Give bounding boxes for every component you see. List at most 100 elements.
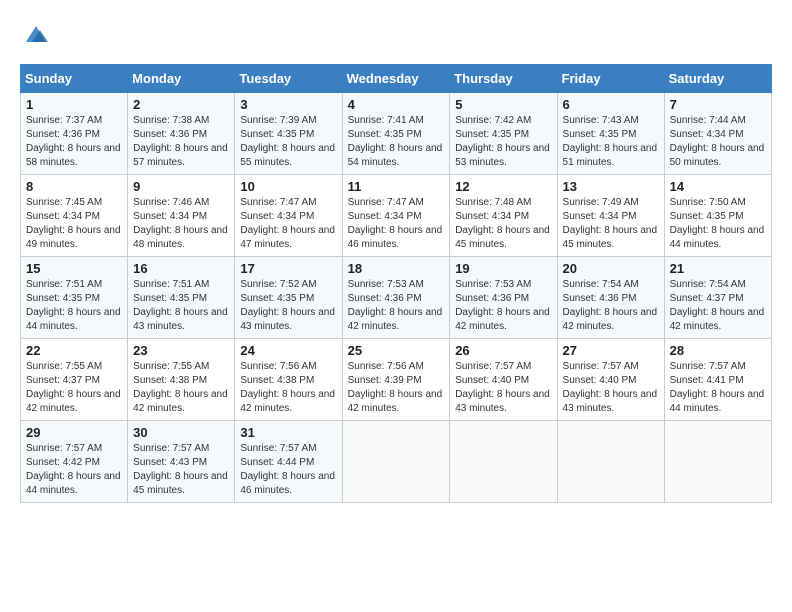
day-info: Sunrise: 7:50 AMSunset: 4:35 PMDaylight:… <box>670 196 766 252</box>
day-number: 14 <box>670 179 766 194</box>
day-info: Sunrise: 7:37 AMSunset: 4:36 PMDaylight:… <box>26 114 122 170</box>
day-info: Sunrise: 7:57 AMSunset: 4:44 PMDaylight:… <box>240 442 336 498</box>
weekday-header-friday: Friday <box>557 65 664 93</box>
day-info: Sunrise: 7:56 AMSunset: 4:38 PMDaylight:… <box>240 360 336 416</box>
day-info: Sunrise: 7:57 AMSunset: 4:40 PMDaylight:… <box>563 360 659 416</box>
day-info: Sunrise: 7:41 AMSunset: 4:35 PMDaylight:… <box>348 114 445 170</box>
day-info: Sunrise: 7:57 AMSunset: 4:43 PMDaylight:… <box>133 442 229 498</box>
day-number: 17 <box>240 261 336 276</box>
logo <box>20 20 50 48</box>
calendar-week-row: 8 Sunrise: 7:45 AMSunset: 4:34 PMDaylight… <box>21 175 772 257</box>
calendar-cell: 28Sunrise: 7:57 AMSunset: 4:41 PMDayligh… <box>664 339 771 421</box>
day-number: 2 <box>133 97 229 112</box>
calendar-cell: 21 Sunrise: 7:54 AMSunset: 4:37 PMDayligh… <box>664 257 771 339</box>
calendar-cell: 17Sunrise: 7:52 AMSunset: 4:35 PMDayligh… <box>235 257 342 339</box>
calendar-cell: 5Sunrise: 7:42 AMSunset: 4:35 PMDaylight… <box>450 93 557 175</box>
calendar-cell: 20 Sunrise: 7:54 AMSunset: 4:36 PMDayligh… <box>557 257 664 339</box>
day-number: 12 <box>455 179 551 194</box>
day-number: 13 <box>563 179 659 194</box>
day-number: 6 <box>563 97 659 112</box>
day-number: 25 <box>348 343 445 358</box>
day-info: Sunrise: 7:53 AMSunset: 4:36 PMDaylight:… <box>455 278 551 334</box>
day-number: 18 <box>348 261 445 276</box>
day-info: Sunrise: 7:54 AMSunset: 4:36 PMDaylight:… <box>563 278 659 334</box>
calendar-cell: 19 Sunrise: 7:53 AMSunset: 4:36 PMDayligh… <box>450 257 557 339</box>
day-number: 4 <box>348 97 445 112</box>
day-number: 20 <box>563 261 659 276</box>
day-number: 22 <box>26 343 122 358</box>
calendar-cell: 31 Sunrise: 7:57 AMSunset: 4:44 PMDayligh… <box>235 421 342 503</box>
day-number: 15 <box>26 261 122 276</box>
calendar-cell: 27 Sunrise: 7:57 AMSunset: 4:40 PMDayligh… <box>557 339 664 421</box>
day-number: 26 <box>455 343 551 358</box>
calendar-cell <box>342 421 450 503</box>
calendar-cell <box>557 421 664 503</box>
day-number: 30 <box>133 425 229 440</box>
calendar-week-row: 1 Sunrise: 7:37 AMSunset: 4:36 PMDaylight… <box>21 93 772 175</box>
calendar-cell: 23Sunrise: 7:55 AMSunset: 4:38 PMDayligh… <box>128 339 235 421</box>
weekday-header-tuesday: Tuesday <box>235 65 342 93</box>
weekday-header-monday: Monday <box>128 65 235 93</box>
day-number: 19 <box>455 261 551 276</box>
page-header <box>20 20 772 48</box>
day-number: 1 <box>26 97 122 112</box>
day-number: 8 <box>26 179 122 194</box>
calendar-cell <box>664 421 771 503</box>
day-number: 31 <box>240 425 336 440</box>
day-number: 9 <box>133 179 229 194</box>
day-info: Sunrise: 7:45 AMSunset: 4:34 PMDaylight:… <box>26 196 122 252</box>
day-number: 10 <box>240 179 336 194</box>
calendar-cell: 11Sunrise: 7:47 AMSunset: 4:34 PMDayligh… <box>342 175 450 257</box>
calendar-cell: 26 Sunrise: 7:57 AMSunset: 4:40 PMDayligh… <box>450 339 557 421</box>
calendar-cell: 24Sunrise: 7:56 AMSunset: 4:38 PMDayligh… <box>235 339 342 421</box>
day-number: 3 <box>240 97 336 112</box>
day-number: 29 <box>26 425 122 440</box>
day-info: Sunrise: 7:47 AMSunset: 4:34 PMDaylight:… <box>240 196 336 252</box>
day-info: Sunrise: 7:53 AMSunset: 4:36 PMDaylight:… <box>348 278 445 334</box>
calendar-cell: 25 Sunrise: 7:56 AMSunset: 4:39 PMDayligh… <box>342 339 450 421</box>
day-info: Sunrise: 7:44 AMSunset: 4:34 PMDaylight:… <box>670 114 766 170</box>
day-info: Sunrise: 7:49 AMSunset: 4:34 PMDaylight:… <box>563 196 659 252</box>
calendar-week-row: 15 Sunrise: 7:51 AMSunset: 4:35 PMDayligh… <box>21 257 772 339</box>
weekday-header-sunday: Sunday <box>21 65 128 93</box>
calendar-cell: 13 Sunrise: 7:49 AMSunset: 4:34 PMDayligh… <box>557 175 664 257</box>
calendar-cell: 15Sunrise: 7:51 AMSunset: 4:35 PMDayligh… <box>21 257 128 339</box>
day-info: Sunrise: 7:39 AMSunset: 4:35 PMDaylight:… <box>240 114 336 170</box>
day-info: Sunrise: 7:42 AMSunset: 4:35 PMDaylight:… <box>455 114 551 170</box>
calendar-cell: 9 Sunrise: 7:46 AMSunset: 4:34 PMDaylight… <box>128 175 235 257</box>
day-number: 16 <box>133 261 229 276</box>
calendar-cell: 18 Sunrise: 7:53 AMSunset: 4:36 PMDayligh… <box>342 257 450 339</box>
day-info: Sunrise: 7:47 AMSunset: 4:34 PMDaylight:… <box>348 196 445 252</box>
day-info: Sunrise: 7:54 AMSunset: 4:37 PMDaylight:… <box>670 278 766 334</box>
day-info: Sunrise: 7:51 AMSunset: 4:35 PMDaylight:… <box>133 278 229 334</box>
calendar-table: SundayMondayTuesdayWednesdayThursdayFrid… <box>20 64 772 503</box>
calendar-cell: 2 Sunrise: 7:38 AMSunset: 4:36 PMDaylight… <box>128 93 235 175</box>
day-number: 27 <box>563 343 659 358</box>
weekday-header-wednesday: Wednesday <box>342 65 450 93</box>
day-info: Sunrise: 7:48 AMSunset: 4:34 PMDaylight:… <box>455 196 551 252</box>
calendar-cell: 12 Sunrise: 7:48 AMSunset: 4:34 PMDayligh… <box>450 175 557 257</box>
calendar-cell: 30 Sunrise: 7:57 AMSunset: 4:43 PMDayligh… <box>128 421 235 503</box>
day-info: Sunrise: 7:56 AMSunset: 4:39 PMDaylight:… <box>348 360 445 416</box>
day-info: Sunrise: 7:43 AMSunset: 4:35 PMDaylight:… <box>563 114 659 170</box>
weekday-header-row: SundayMondayTuesdayWednesdayThursdayFrid… <box>21 65 772 93</box>
calendar-cell: 1 Sunrise: 7:37 AMSunset: 4:36 PMDaylight… <box>21 93 128 175</box>
calendar-cell: 8 Sunrise: 7:45 AMSunset: 4:34 PMDaylight… <box>21 175 128 257</box>
calendar-cell: 14 Sunrise: 7:50 AMSunset: 4:35 PMDayligh… <box>664 175 771 257</box>
calendar-cell: 16 Sunrise: 7:51 AMSunset: 4:35 PMDayligh… <box>128 257 235 339</box>
day-number: 7 <box>670 97 766 112</box>
day-info: Sunrise: 7:57 AMSunset: 4:40 PMDaylight:… <box>455 360 551 416</box>
weekday-header-thursday: Thursday <box>450 65 557 93</box>
calendar-cell: 29Sunrise: 7:57 AMSunset: 4:42 PMDayligh… <box>21 421 128 503</box>
day-info: Sunrise: 7:38 AMSunset: 4:36 PMDaylight:… <box>133 114 229 170</box>
calendar-cell <box>450 421 557 503</box>
logo-icon <box>22 20 50 48</box>
calendar-week-row: 29Sunrise: 7:57 AMSunset: 4:42 PMDayligh… <box>21 421 772 503</box>
calendar-cell: 10 Sunrise: 7:47 AMSunset: 4:34 PMDayligh… <box>235 175 342 257</box>
day-info: Sunrise: 7:46 AMSunset: 4:34 PMDaylight:… <box>133 196 229 252</box>
calendar-cell: 3 Sunrise: 7:39 AMSunset: 4:35 PMDaylight… <box>235 93 342 175</box>
weekday-header-saturday: Saturday <box>664 65 771 93</box>
calendar-cell: 6 Sunrise: 7:43 AMSunset: 4:35 PMDaylight… <box>557 93 664 175</box>
day-number: 21 <box>670 261 766 276</box>
calendar-cell: 7 Sunrise: 7:44 AMSunset: 4:34 PMDaylight… <box>664 93 771 175</box>
